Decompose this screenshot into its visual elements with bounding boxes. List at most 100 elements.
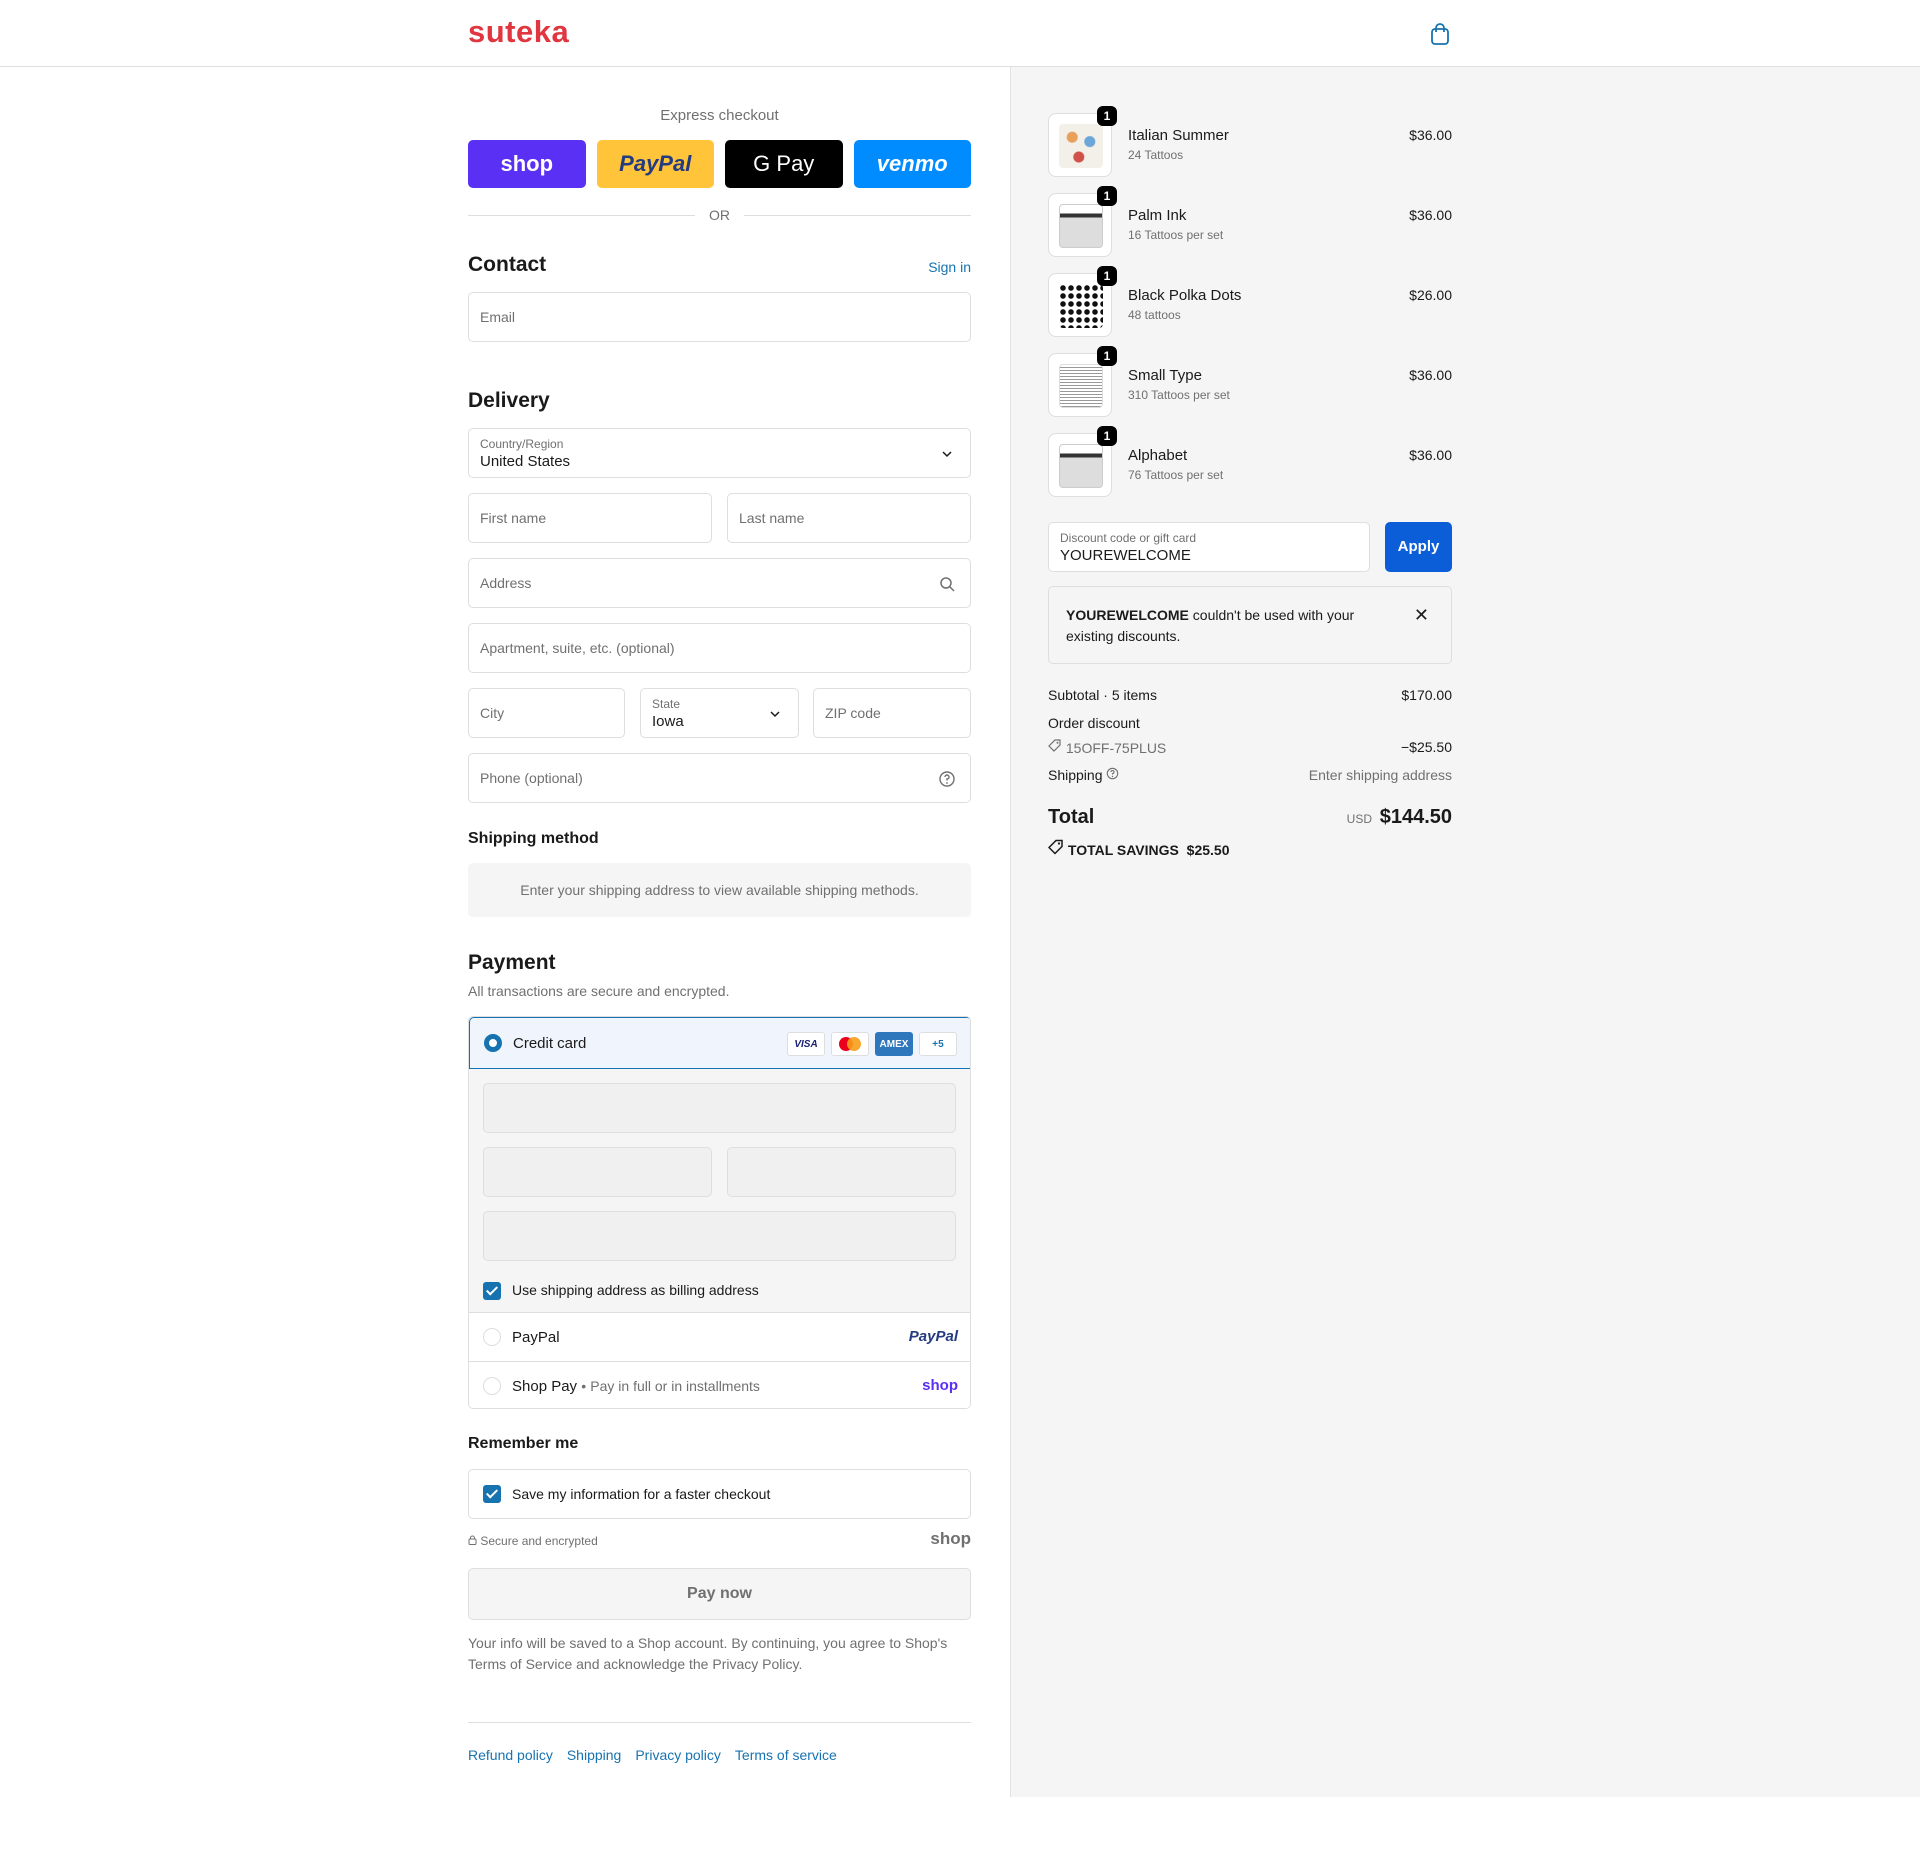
discount-code-row: 15OFF-75PLUS −$25.50	[1048, 739, 1452, 756]
store-logo[interactable]: suteka	[468, 14, 569, 50]
legal-text: Your info will be saved to a Shop accoun…	[468, 1633, 971, 1675]
paypal-button-label: PayPal	[619, 151, 692, 176]
phone-field[interactable]: Phone (optional)	[468, 753, 971, 803]
payment-options: Credit card VISA AMEX +5 Use shipping ad…	[468, 1016, 971, 1409]
paypal-option[interactable]: PayPal PayPal	[469, 1312, 970, 1361]
terms-of-service-footer-link[interactable]: Terms of service	[735, 1747, 837, 1763]
discount-code-input[interactable]: Discount code or gift card YOUREWELCOME	[1048, 522, 1370, 572]
sign-in-link[interactable]: Sign in	[928, 259, 971, 275]
order-discount-row: Order discount	[1048, 715, 1452, 731]
shop-pay-button[interactable]: shop	[468, 140, 586, 188]
card-cvc-input[interactable]	[727, 1147, 956, 1197]
product-name: Alphabet	[1128, 447, 1188, 464]
currency-label: USD	[1346, 812, 1372, 826]
chevron-down-icon	[942, 451, 952, 458]
shop-pay-option[interactable]: Shop Pay • Pay in full or in installment…	[469, 1361, 970, 1408]
terms-of-service-link[interactable]: Terms of Service	[468, 1656, 572, 1672]
product-name: Italian Summer	[1128, 127, 1229, 144]
legal-text-1: Your info will be saved to a Shop accoun…	[468, 1635, 948, 1651]
discount-label: Discount code or gift card	[1060, 531, 1197, 545]
subtotal-label: Subtotal · 5 items	[1048, 687, 1157, 703]
quantity-badge: 1	[1097, 426, 1117, 446]
tag-icon	[1048, 739, 1061, 752]
shop-pay-sublabel: Pay in full or in installments	[590, 1378, 760, 1394]
city-field[interactable]: City	[468, 688, 625, 738]
discount-value: YOUREWELCOME	[1060, 547, 1191, 564]
first-name-field[interactable]: First name	[468, 493, 712, 543]
state-value: Iowa	[652, 713, 684, 730]
cart-bag-icon[interactable]	[1430, 23, 1450, 45]
total-label: Total	[1048, 806, 1095, 828]
address-field[interactable]: Address	[468, 558, 971, 608]
discount-error-banner: YOUREWELCOME couldn't be used with your …	[1048, 586, 1452, 664]
country-value: United States	[480, 453, 571, 470]
mastercard-icon	[831, 1032, 869, 1056]
country-select[interactable]: Country/Region United States	[468, 428, 971, 478]
country-label: Country/Region	[480, 437, 564, 451]
shipping-policy-link[interactable]: Shipping	[567, 1747, 622, 1763]
shop-pay-radio[interactable]	[483, 1377, 501, 1395]
card-name-input[interactable]	[483, 1211, 956, 1261]
refund-policy-link[interactable]: Refund policy	[468, 1747, 553, 1763]
state-select[interactable]: State Iowa	[640, 688, 799, 738]
cart-item: 1 Palm Ink 16 Tattoos per set $36.00	[1048, 186, 1452, 257]
save-info-checkbox[interactable]	[483, 1485, 501, 1503]
pay-now-button[interactable]: Pay now	[468, 1568, 971, 1620]
billing-same-label: Use shipping address as billing address	[512, 1282, 759, 1298]
credit-card-option[interactable]: Credit card VISA AMEX +5	[469, 1017, 970, 1069]
card-expiry-input[interactable]	[483, 1147, 712, 1197]
last-name-placeholder: Last name	[739, 510, 805, 526]
cart-item: 1 Small Type 310 Tattoos per set $36.00	[1048, 346, 1452, 417]
email-field[interactable]: Email	[468, 292, 971, 342]
address-placeholder: Address	[480, 575, 532, 591]
apply-discount-button[interactable]: Apply	[1385, 522, 1452, 572]
google-pay-label: G Pay	[753, 151, 815, 176]
billing-same-checkbox[interactable]	[483, 1282, 501, 1300]
google-pay-button[interactable]: G Pay	[725, 140, 843, 188]
card-number-input[interactable]	[483, 1083, 956, 1133]
chevron-down-icon	[770, 711, 780, 718]
apartment-placeholder: Apartment, suite, etc. (optional)	[480, 640, 675, 656]
payment-title: Payment	[468, 951, 556, 974]
search-icon	[940, 577, 955, 592]
payment-subtitle: All transactions are secure and encrypte…	[468, 983, 730, 999]
state-label: State	[652, 697, 681, 711]
privacy-policy-footer-link[interactable]: Privacy policy	[635, 1747, 721, 1763]
credit-card-radio[interactable]	[484, 1034, 502, 1052]
product-variant: 310 Tattoos per set	[1128, 388, 1230, 402]
privacy-policy-link[interactable]: Privacy Policy	[712, 1656, 798, 1672]
product-price: $36.00	[1409, 367, 1452, 383]
close-icon[interactable]: ✕	[1414, 605, 1429, 626]
savings-label: TOTAL SAVINGS	[1067, 842, 1179, 858]
credit-card-form: Use shipping address as billing address	[469, 1069, 970, 1312]
paypal-radio[interactable]	[483, 1328, 501, 1346]
phone-placeholder: Phone (optional)	[480, 770, 583, 786]
apartment-field[interactable]: Apartment, suite, etc. (optional)	[468, 623, 971, 673]
remember-me-box[interactable]: Save my information for a faster checkou…	[468, 1469, 971, 1519]
product-name: Small Type	[1128, 367, 1202, 384]
first-name-placeholder: First name	[480, 510, 547, 526]
product-price: $36.00	[1409, 447, 1452, 463]
quantity-badge: 1	[1097, 186, 1117, 206]
shipping-row: Shipping Enter shipping address	[1048, 767, 1452, 783]
product-name: Black Polka Dots	[1128, 287, 1242, 304]
more-cards-badge: +5	[919, 1032, 957, 1056]
paypal-button[interactable]: PayPal	[596, 140, 714, 188]
quantity-badge: 1	[1097, 346, 1117, 366]
zip-field[interactable]: ZIP code	[813, 688, 971, 738]
save-info-label: Save my information for a faster checkou…	[512, 1486, 771, 1502]
total-amount: $144.50	[1379, 806, 1452, 828]
discount-code: 15OFF-75PLUS	[1065, 740, 1167, 756]
help-icon[interactable]	[938, 770, 956, 788]
cart-item: 1 Italian Summer 24 Tattoos $36.00	[1048, 106, 1452, 177]
footer-links: Refund policy Shipping Privacy policy Te…	[468, 1747, 837, 1763]
express-checkout-title: Express checkout	[660, 107, 779, 124]
cart-item: 1 Black Polka Dots 48 tattoos $26.00	[1048, 266, 1452, 337]
help-icon[interactable]	[1106, 767, 1119, 780]
last-name-field[interactable]: Last name	[727, 493, 971, 543]
product-variant: 24 Tattoos	[1128, 148, 1184, 162]
venmo-button[interactable]: venmo	[853, 140, 971, 188]
cart-item: 1 Alphabet 76 Tattoos per set $36.00	[1048, 426, 1452, 497]
lock-icon	[468, 1535, 477, 1545]
product-price: $36.00	[1409, 207, 1452, 223]
